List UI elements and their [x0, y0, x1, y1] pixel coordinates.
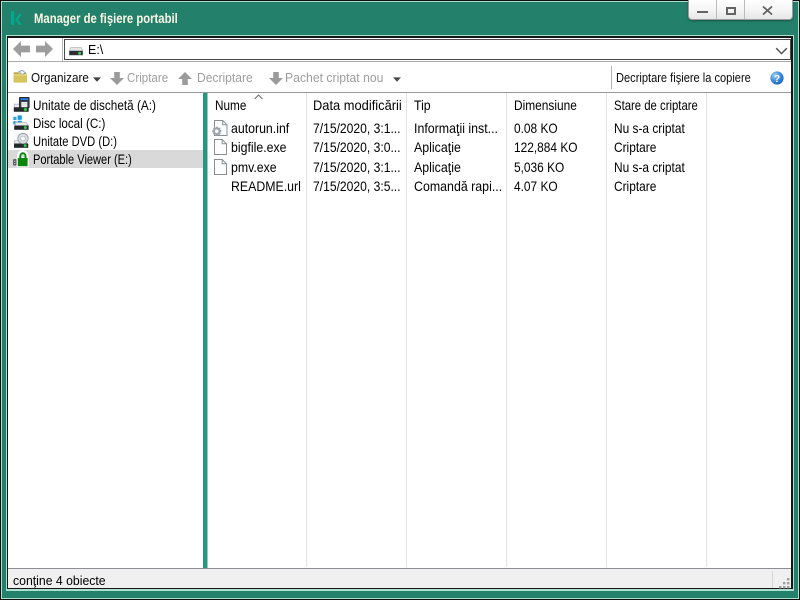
svg-text:?: ?: [774, 74, 780, 85]
